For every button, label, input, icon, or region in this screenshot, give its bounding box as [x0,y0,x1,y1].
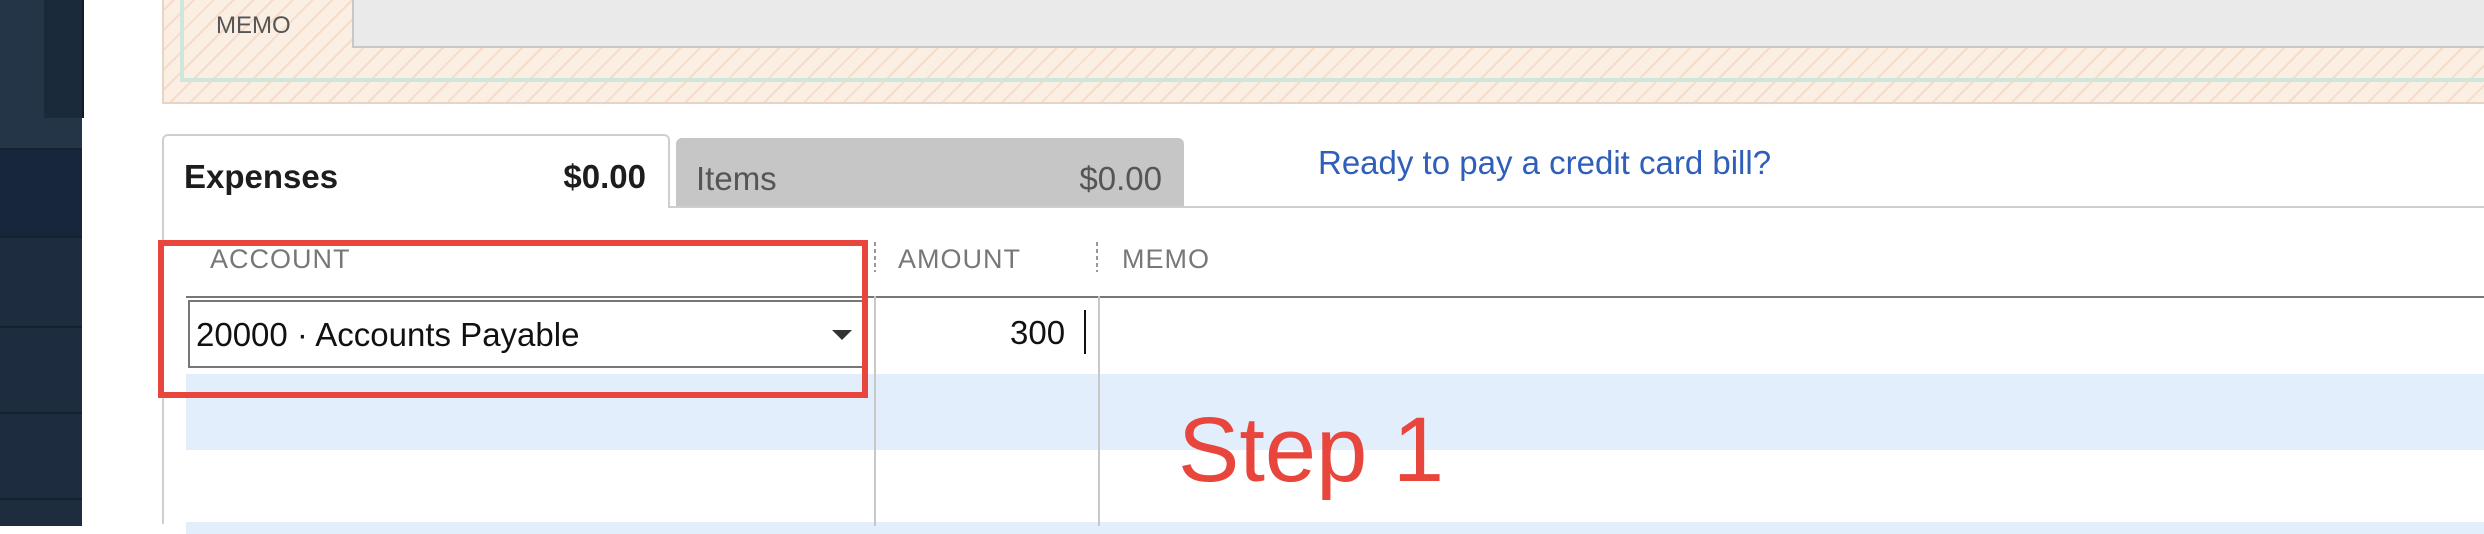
column-divider [874,296,876,526]
tab-items[interactable]: Items $0.00 [676,138,1184,208]
tab-expenses[interactable]: Expenses $0.00 [162,134,670,208]
column-header-memo[interactable]: MEMO [1122,244,1210,275]
sidebar-item[interactable] [0,498,82,526]
memo-field[interactable] [352,0,2484,48]
sidebar-item[interactable] [0,148,82,238]
column-resize-handle[interactable] [1096,242,1098,272]
tab-items-amount: $0.00 [1079,160,1162,197]
sidebar-item[interactable] [0,412,82,500]
left-sidebar [0,0,84,526]
amount-input[interactable]: 300 [1010,314,1065,352]
column-divider [1098,296,1100,526]
column-resize-handle[interactable] [874,242,876,272]
tab-expenses-label: Expenses [184,158,339,195]
annotation-highlight-box [158,240,868,398]
text-cursor [1084,310,1086,354]
annotation-step-label: Step 1 [1178,399,1444,501]
sidebar-item[interactable] [0,326,82,414]
sidebar-item[interactable] [0,236,82,328]
pay-credit-card-link[interactable]: Ready to pay a credit card bill? [1318,144,1771,182]
memo-label: MEMO [216,12,291,39]
sidebar-strip [44,0,84,118]
column-header-amount[interactable]: AMOUNT [898,244,1021,275]
tab-items-label: Items [696,160,777,197]
tab-expenses-amount: $0.00 [563,158,646,195]
